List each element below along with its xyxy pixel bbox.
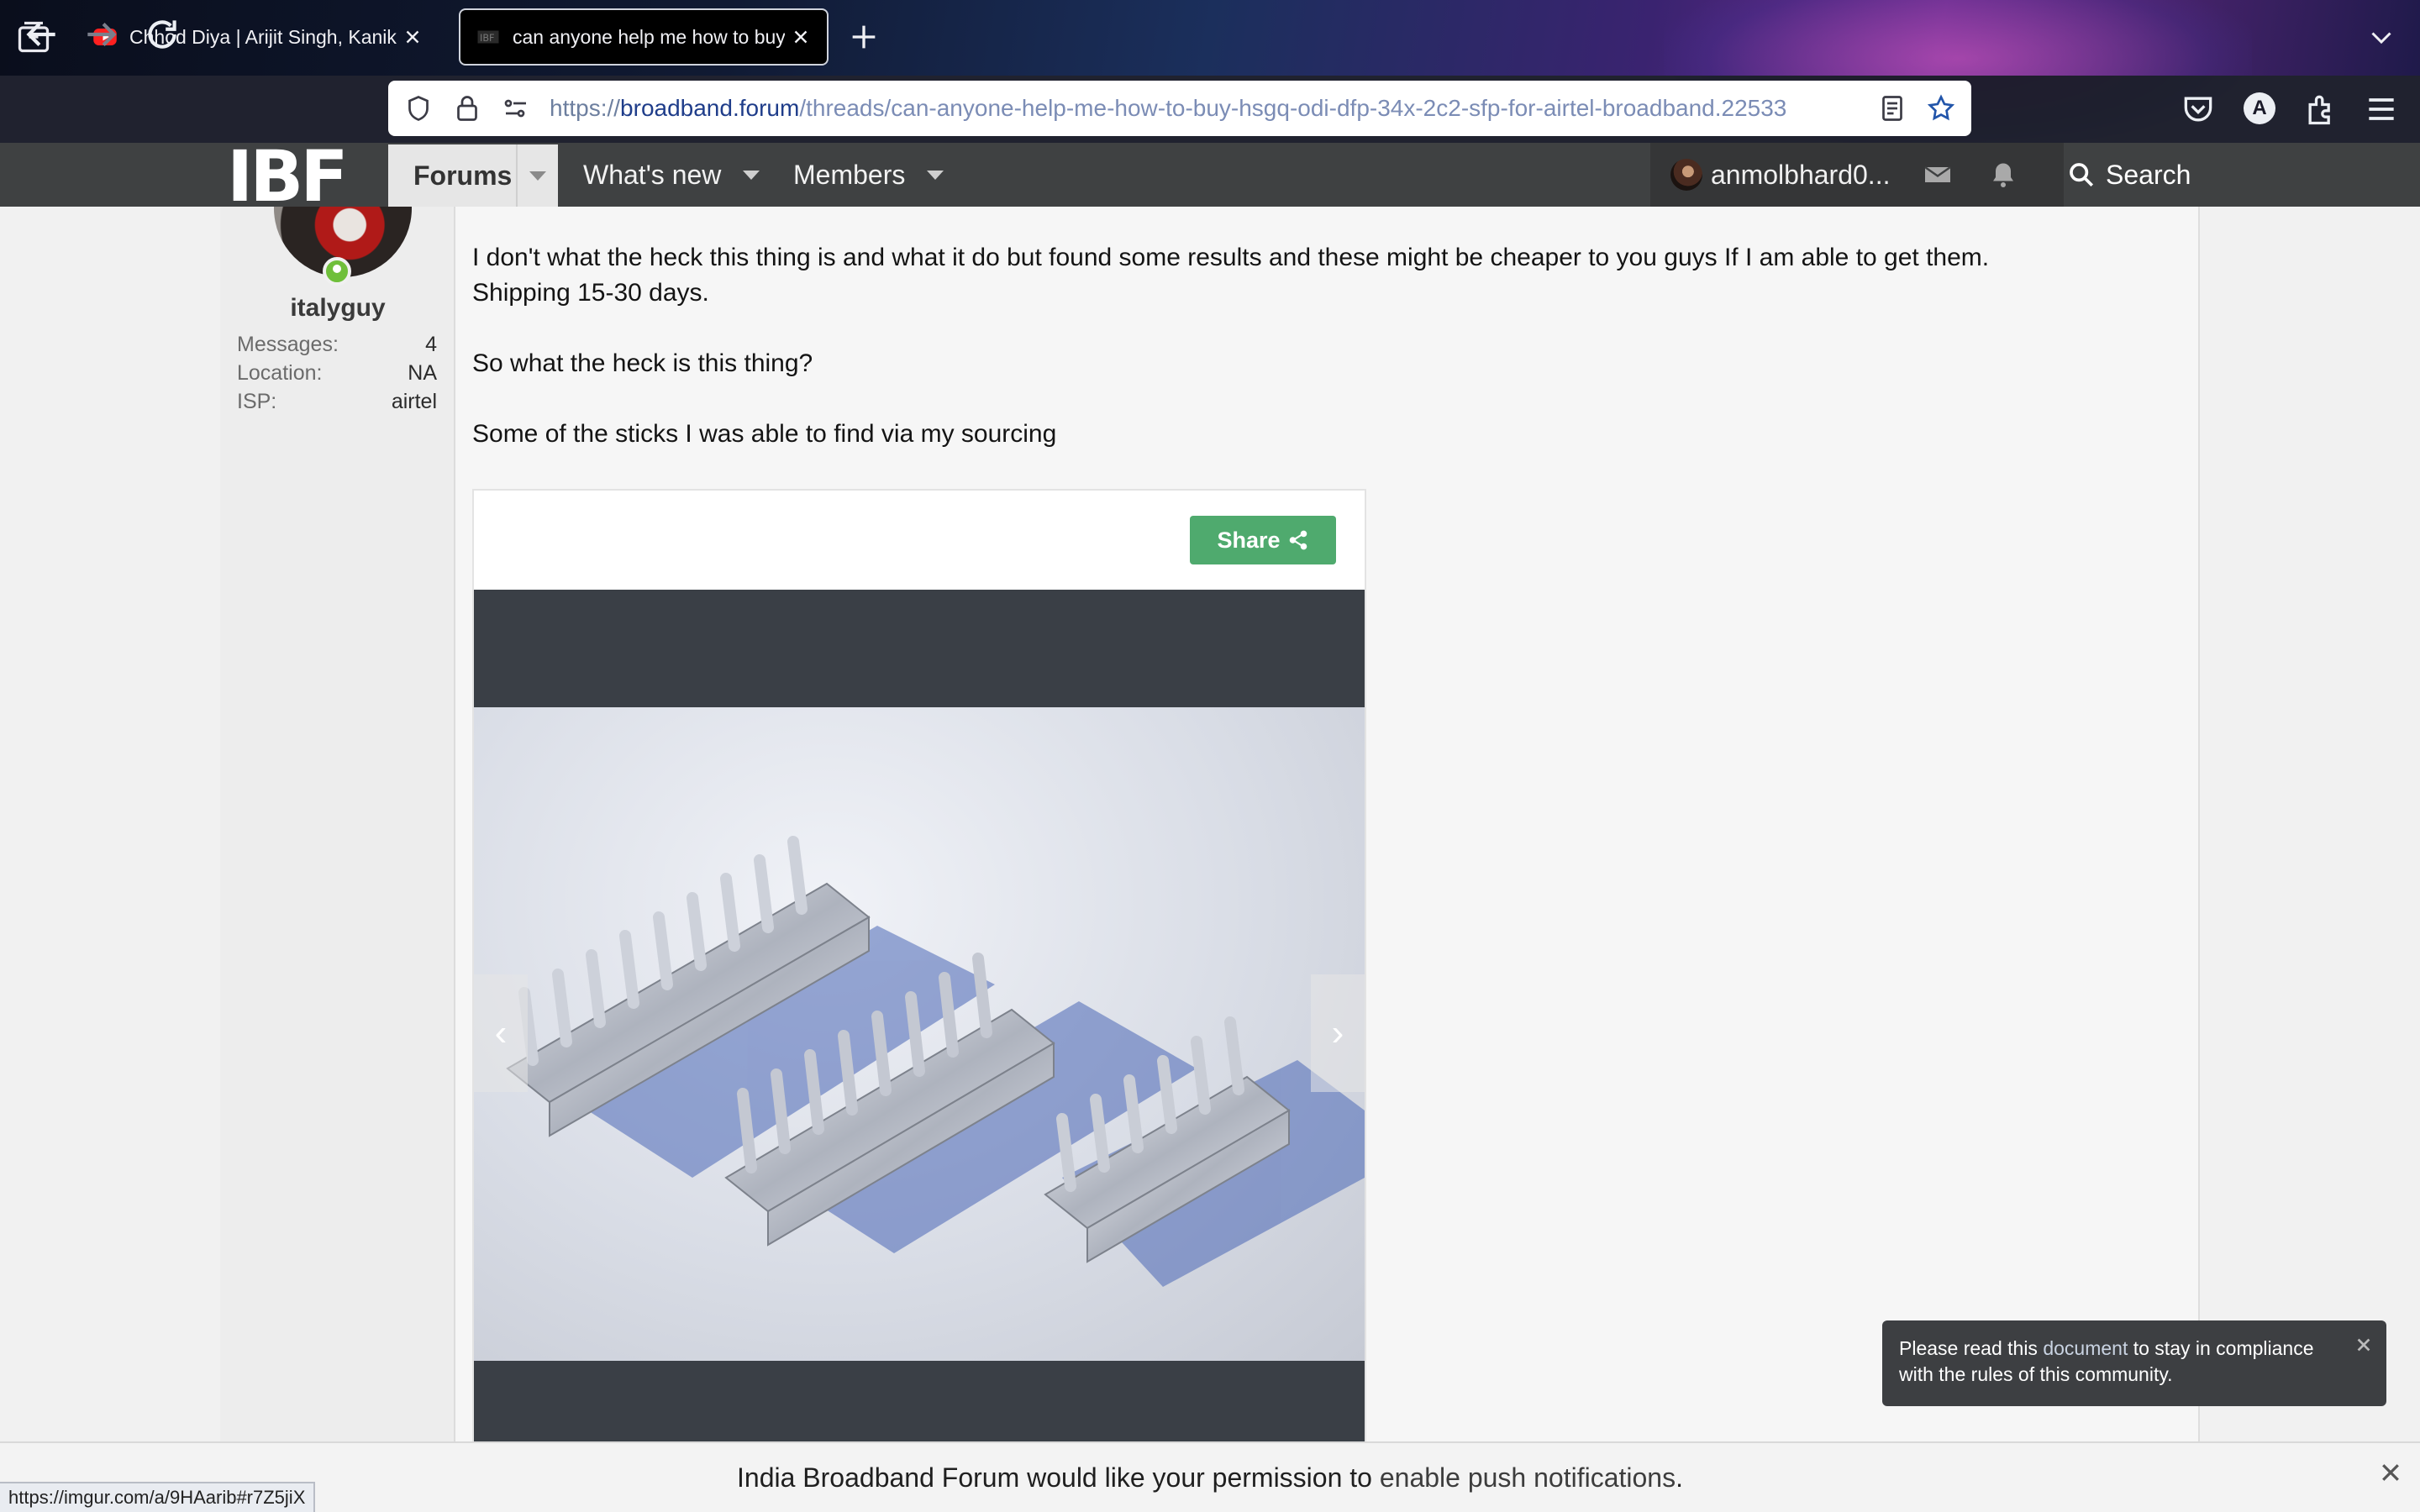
push-prompt-text: India Broadband Forum would like your pe… <box>737 1462 1372 1493</box>
stat-value: NA <box>408 361 437 385</box>
url-scheme: https:// <box>550 95 621 121</box>
tracking-shield-icon[interactable] <box>403 93 434 123</box>
link-status-bar: https://imgur.com/a/9HAarib#r7Z5jiX <box>0 1482 316 1512</box>
chevron-down-icon[interactable] <box>743 170 760 180</box>
list-all-tabs-icon[interactable] <box>2366 22 2396 52</box>
svg-text:IBF: IBF <box>480 33 495 44</box>
ibf-favicon: IBF <box>477 30 499 44</box>
nav-forums-dropdown[interactable] <box>516 144 558 207</box>
bookmark-star-icon[interactable] <box>1926 93 1956 123</box>
close-icon[interactable] <box>2378 1460 2403 1485</box>
author-stat-messages: Messages: 4 <box>237 333 437 357</box>
carousel-prev-button[interactable]: ‹ <box>474 974 528 1092</box>
author-stat-location: Location: NA <box>237 361 437 386</box>
reload-icon[interactable] <box>141 13 183 55</box>
online-status-icon <box>323 257 351 286</box>
url-domain: broadband.forum <box>620 95 800 121</box>
user-avatar <box>1670 159 1702 191</box>
push-prompt-text: . <box>1676 1462 1683 1493</box>
stat-value: 4 <box>425 333 437 356</box>
nav-forums-label: Forums <box>413 160 513 191</box>
back-icon[interactable] <box>20 13 62 55</box>
app-menu-icon[interactable] <box>2363 91 2400 128</box>
embed-header-band <box>474 590 1365 707</box>
stat-label: Location: <box>237 361 323 385</box>
carousel-next-button[interactable]: › <box>1311 974 1365 1092</box>
post-text-line: Shipping 15-30 days. <box>472 279 709 307</box>
post-text-line: I don't what the heck this thing is and … <box>472 244 1990 271</box>
chevron-down-icon <box>529 171 546 181</box>
author-stat-isp: ISP: airtel <box>237 390 437 414</box>
post-text-line: Some of the sticks I was able to find vi… <box>472 420 1057 448</box>
inbox-envelope-icon[interactable] <box>1923 160 1953 190</box>
share-button[interactable]: Share <box>1190 516 1336 564</box>
nav-search[interactable]: Search <box>2067 143 2191 207</box>
enable-push-link[interactable]: enable push notifications <box>1380 1462 1676 1494</box>
tab-youtube[interactable]: Chhod Diya | Arijit Singh, Kanika <box>77 8 439 66</box>
url-path: /threads/can-anyone-help-me-how-to-buy-h… <box>799 95 1787 121</box>
nav-search-label: Search <box>2106 159 2191 190</box>
heatsinks-image <box>506 836 1365 1287</box>
search-icon <box>2070 163 2094 187</box>
nav-forums[interactable]: Forums <box>388 144 558 207</box>
share-label: Share <box>1217 527 1281 553</box>
close-tab-icon[interactable] <box>402 26 424 48</box>
embed-footer-band <box>474 1361 1365 1441</box>
tab-forum-thread[interactable]: IBF can anyone help me how to buy <box>459 8 829 66</box>
alerts-bell-icon[interactable] <box>1988 160 2018 190</box>
close-tab-icon[interactable] <box>790 26 812 48</box>
account-avatar[interactable]: A <box>2244 92 2275 124</box>
site-permissions-icon[interactable] <box>501 93 531 123</box>
site-logo[interactable]: IBF <box>227 141 349 212</box>
pocket-icon[interactable] <box>2180 91 2217 128</box>
share-icon <box>1289 530 1307 550</box>
stat-value: airtel <box>391 390 437 413</box>
notice-document-link[interactable]: document <box>2043 1337 2128 1359</box>
stat-label: ISP: <box>237 390 277 413</box>
chevron-down-icon[interactable] <box>927 170 944 180</box>
reader-view-icon[interactable] <box>1877 93 1907 123</box>
stat-label: Messages: <box>237 333 339 356</box>
tab-title: can anyone help me how to buy <box>513 25 785 48</box>
rules-notice: Please read this document to stay in com… <box>1882 1320 2386 1406</box>
nav-whats-new-label: What's new <box>583 159 722 190</box>
push-notification-prompt: India Broadband Forum would like your pe… <box>0 1441 2420 1512</box>
address-bar[interactable]: https://broadband.forum/threads/can-anyo… <box>388 81 1971 136</box>
lock-icon[interactable] <box>452 93 482 123</box>
nav-members-label: Members <box>793 159 906 190</box>
post-text-line: So what the heck is this thing? <box>472 349 813 377</box>
forward-icon[interactable] <box>81 13 123 55</box>
nav-username: anmolbhard0... <box>1711 159 1891 190</box>
nav-members[interactable]: Members <box>793 143 944 207</box>
notice-text: Please read this <box>1899 1337 2044 1359</box>
author-username[interactable]: italyguy <box>220 294 455 323</box>
close-icon[interactable] <box>2354 1336 2373 1354</box>
heatsink-photo[interactable] <box>474 707 1365 1361</box>
new-tab-icon[interactable] <box>847 20 881 54</box>
url-text[interactable]: https://broadband.forum/threads/can-anyo… <box>550 95 1859 122</box>
nav-whats-new[interactable]: What's new <box>583 143 760 207</box>
extensions-puzzle-icon[interactable] <box>2302 91 2339 128</box>
